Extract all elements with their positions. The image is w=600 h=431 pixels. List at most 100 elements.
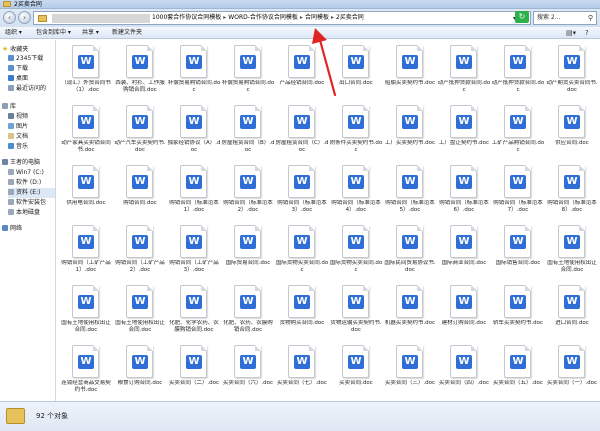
sidebar-item-drive-d[interactable]: 软件 (D:) [8,178,41,188]
file-item[interactable]: W 轿车买卖契约书.doc [491,282,545,342]
include-in-library-button[interactable]: 包含到库中 ▾ [36,27,71,39]
back-button[interactable]: ‹ [3,11,16,24]
file-item[interactable]: W 买卖合同（七）.doc [275,342,329,401]
file-item[interactable]: W 购销合同（标准范本8）.doc [545,162,599,222]
sidebar-item-pictures[interactable]: 图片 [8,122,28,132]
file-item[interactable]: W 买卖合同（一）.doc [545,342,599,401]
file-item[interactable]: W 房屋租赁合同（B）.doc [221,102,275,162]
word-logo-icon: W [186,55,202,69]
file-item[interactable]: W 买卖合同.doc [329,342,383,401]
file-item[interactable]: W 购销合同（标准范本3）.doc [275,162,329,222]
file-item[interactable]: W 补偿贸易购销合同.doc [167,42,221,102]
breadcrumb-item[interactable]: 1000套合作协议合同模板 [152,14,221,21]
sidebar-item-documents[interactable]: 文档 [8,132,28,142]
file-item[interactable]: W 连锁经营商品交易契约书.doc [59,342,113,401]
file-item[interactable]: W 国际民间贸易协议书.doc [383,222,437,282]
file-item[interactable]: W 工矿产品购销合同.doc [491,102,545,162]
breadcrumb-separator-icon[interactable]: ▸ [223,14,226,21]
file-item[interactable]: W 粮食订购合同.doc [113,342,167,401]
file-item[interactable]: W 购销合同（工矿产品1）.doc [59,222,113,282]
file-item[interactable]: W 购销合同.doc [113,162,167,222]
file-item[interactable]: W 供用电合同.doc [59,162,113,222]
new-folder-button[interactable]: 新建文件夹 [112,27,142,39]
file-item[interactable]: W 化肥、化学农药、农膜购销合同.doc [167,282,221,342]
file-item[interactable]: W 国际贸易合同.doc [221,222,275,282]
file-item[interactable]: W 动产家具买卖销合同书.doc [59,102,113,162]
sidebar-item-downloads[interactable]: 下载 [8,64,28,74]
file-item[interactable]: W 西装、衬衫、工作服购销合同.doc [113,42,167,102]
share-button[interactable]: 共享 ▾ [82,27,99,39]
breadcrumb-item[interactable]: 2买卖合同 [336,14,364,21]
refresh-button[interactable]: ↻ [515,11,529,23]
file-item[interactable]: W 国有土地使用权出让合同.doc [545,222,599,282]
file-item[interactable]: W 买卖合同（六）.doc [221,342,275,401]
file-item[interactable]: W 买卖合同（三）.doc [383,342,437,401]
file-item[interactable]: W 建材订购合同.doc [437,282,491,342]
file-item[interactable]: W 购销合同（工矿产品2）.doc [113,222,167,282]
file-item[interactable]: W 供应合同.doc [545,102,599,162]
sidebar-item-recent[interactable]: 最近访问的 [8,84,46,94]
file-item[interactable]: W 进口合同.doc [545,282,599,342]
file-item[interactable]: W 机器买卖契约书.doc [383,282,437,342]
file-item[interactable]: W 工厂买卖契约书.doc [383,102,437,162]
sidebar-library-header[interactable]: 库 [2,102,16,112]
forward-button[interactable]: › [18,11,31,24]
sidebar-item-desktop[interactable]: 桌面 [8,74,28,84]
file-item[interactable]: W 国有土地使用权出让合同.doc [59,282,113,342]
breadcrumb-item[interactable]: 合同模板 [305,14,329,21]
view-options-icon[interactable]: ▤▾ [566,28,576,38]
file-item[interactable]: W 船舶买卖契约书.doc [383,42,437,102]
file-item[interactable]: W 货物购买合同.doc [275,282,329,342]
file-item[interactable]: W 动产抵押贷款合同.doc [437,42,491,102]
file-item[interactable]: W 动产汽车买卖契约书.doc [113,102,167,162]
file-item[interactable]: W 购销合同（标准范本5）.doc [383,162,437,222]
breadcrumb-separator-icon[interactable]: ▸ [331,14,334,21]
file-item[interactable]: W 购销合同（标准范本6）.doc [437,162,491,222]
file-item[interactable]: W 买卖合同（四）.doc [437,342,491,401]
sidebar-item-2345-downloads[interactable]: 2345下载 [8,54,43,64]
folder-icon [38,15,47,22]
file-item[interactable]: W 工厂盘让契约书.doc [437,102,491,162]
sidebar-item-videos[interactable]: 视频 [8,112,28,122]
sidebar-item-music[interactable]: 音乐 [8,142,28,152]
file-item[interactable]: W 国际货物买卖合同.doc [275,222,329,282]
file-item[interactable]: W 购销合同（标准范本4）.doc [329,162,383,222]
file-item[interactable]: W 买卖合同（五）.doc [491,342,545,401]
file-item[interactable]: W 购销合同（标准范本1）.doc [167,162,221,222]
file-item[interactable]: W 国际商业合同.doc [437,222,491,282]
file-name: 西装、衬衫、工作服购销合同.doc [115,80,165,93]
help-icon[interactable]: ? [585,28,589,38]
file-item[interactable]: W 出口合同.doc [329,42,383,102]
file-item[interactable]: W 国际销售合同.doc [491,222,545,282]
sidebar-favorites-header[interactable]: ★ 收藏夹 [2,44,28,54]
file-item[interactable]: W 国际货物买卖合同.doc [329,222,383,282]
file-item[interactable]: W 货物运输买卖契约书.doc [329,282,383,342]
address-bar[interactable]: 1000套合作协议合同模板▸WORD-合作协议合同模板▸合同模板▸2买卖合同 ▾ [33,11,531,25]
file-item[interactable]: W 化肥、农药、农膜购销合同.doc [221,282,275,342]
organize-button[interactable]: 组织 ▾ [5,27,22,39]
file-item[interactable]: W 购销合同（标准范本2）.doc [221,162,275,222]
breadcrumb-separator-icon[interactable]: ▸ [300,14,303,21]
breadcrumb-item[interactable]: WORD-合作协议合同模板 [228,14,298,21]
file-item[interactable]: W 购销合同（标准范本7）.doc [491,162,545,222]
file-item[interactable]: W 房屋租赁合同（C）.doc [275,102,329,162]
word-logo-icon: W [132,295,148,309]
file-item[interactable]: W 附条件买卖契约书.doc [329,102,383,162]
file-item[interactable]: W 产品经销合同.doc [275,42,329,102]
file-item[interactable]: W 购销合同（工矿产品3）.doc [167,222,221,282]
file-item[interactable]: W 买卖合同（二）.doc [167,342,221,401]
file-item[interactable]: W 动产抵押贷款合同.doc [491,42,545,102]
file-item[interactable]: W 动产期货买卖合同书.doc [545,42,599,102]
sidebar-item-drive-e[interactable]: 资料 (E:) [8,188,55,198]
sidebar-computer-header[interactable]: 王者的电脑 [2,158,40,168]
file-name: 独家经销协议（A）.doc [167,140,221,153]
sidebar-item-local-disk[interactable]: 本地磁盘 [8,208,40,218]
sidebar-item-drive-c[interactable]: Win7 (C:) [8,168,44,178]
sidebar-network-header[interactable]: 网络 [2,224,22,234]
sidebar-item-installers[interactable]: 软件安装包 [8,198,46,208]
search-input[interactable]: 搜索 2... ⚲ [533,11,597,25]
file-item[interactable]: W （现汇）外贸合同书（1）.doc [59,42,113,102]
file-item[interactable]: W 独家经销协议（A）.doc [167,102,221,162]
file-item[interactable]: W 补偿贸易购销合同.doc [221,42,275,102]
file-item[interactable]: W 国有土地使用权出让合同.doc [113,282,167,342]
